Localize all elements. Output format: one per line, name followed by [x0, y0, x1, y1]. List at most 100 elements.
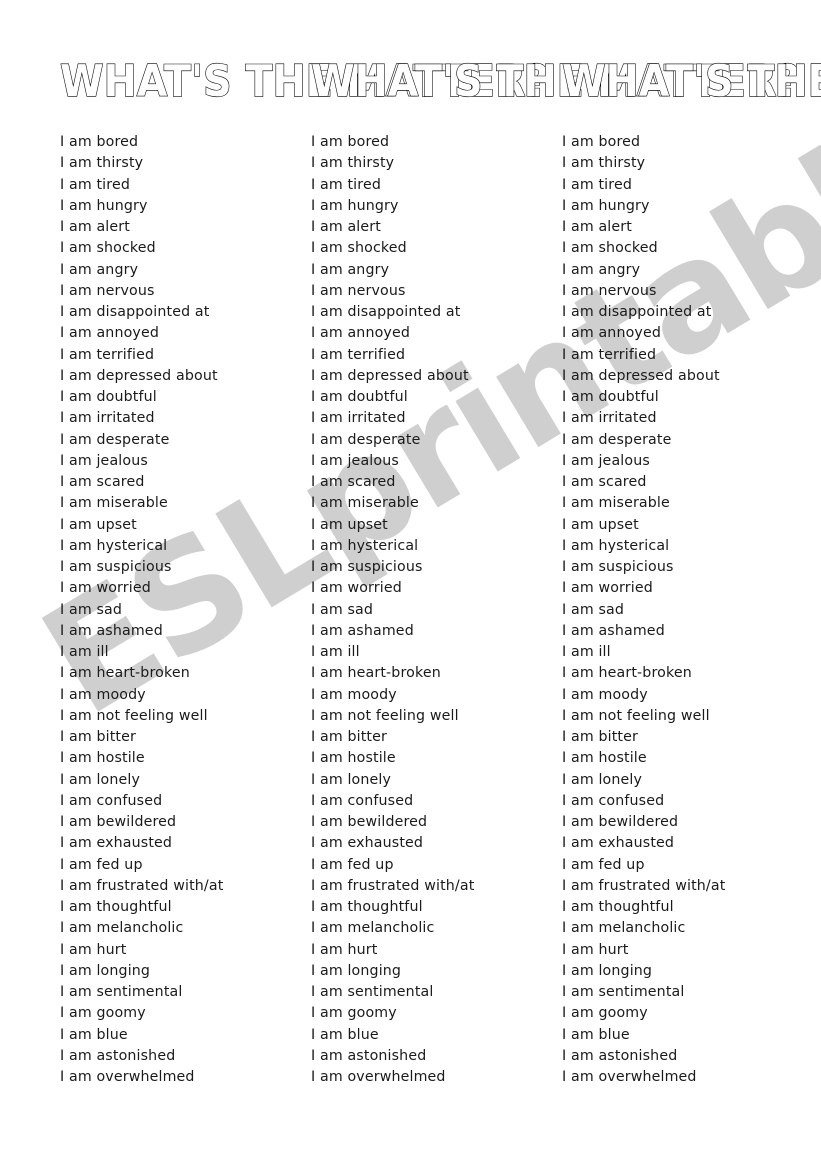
phrase-item: I am angry	[60, 261, 139, 278]
phrase-item: I am frustrated with/at	[311, 877, 475, 894]
phrase-item: I am alert	[311, 219, 381, 235]
phrase-item: I am hurt	[562, 941, 629, 958]
phrase-item: I am scared	[60, 474, 145, 490]
phrase-item: I am not feeling well	[311, 707, 459, 724]
phrase-item: I am bored	[311, 134, 390, 150]
phrase-item: I am miserable	[60, 495, 168, 512]
phrase-item: I am sad	[562, 601, 625, 618]
phrase-item: I am depressed about	[311, 367, 469, 384]
phrase-item: I am nervous	[562, 282, 657, 299]
phrase-item: I am doubtful	[311, 389, 408, 405]
phrase-item: I am sentimental	[60, 984, 183, 1000]
phrase-item: I am worried	[311, 580, 402, 597]
phrase-item: I am annoyed	[562, 325, 662, 342]
phrase-item: I am sad	[311, 601, 374, 618]
phrase-item: I am terrified	[562, 346, 657, 363]
page-title-text: WHAT'S THE MATTER?	[562, 56, 821, 107]
phrase-item: I am hurt	[311, 941, 378, 958]
phrase-list-2: I am bored I am thirsty I am tired I am hun…	[311, 132, 560, 1088]
phrase-item: I am hysterical	[311, 537, 419, 554]
phrase-item: I am hungry	[311, 197, 399, 214]
phrase-item: I am goomy	[562, 1005, 648, 1022]
phrase-item: I am astonished	[60, 1047, 176, 1064]
phrase-item: I am lonely	[562, 771, 643, 788]
phrase-item: I am desperate	[311, 431, 421, 448]
phrase-item: I am melancholic	[60, 920, 184, 937]
phrase-item: I am not feeling well	[60, 707, 208, 724]
phrase-item: I am doubtful	[562, 389, 659, 405]
phrase-item: I am exhausted	[60, 835, 173, 852]
phrase-item: I am tired	[60, 176, 130, 193]
phrase-item: I am nervous	[60, 282, 155, 299]
phrase-item: I am nervous	[311, 282, 406, 299]
phrase-item: I am suspicious	[562, 559, 674, 575]
phrase-item: I am upset	[311, 516, 388, 533]
phrase-item: I am disappointed at	[562, 304, 712, 320]
phrase-item: I am moody	[60, 686, 146, 703]
phrase-item: I am desperate	[60, 431, 170, 448]
phrase-item: I am ill	[562, 644, 611, 660]
phrase-item: I am confused	[562, 792, 665, 809]
page-title: WHAT'S THE MATTER?	[561, 55, 821, 107]
phrase-item: I am bewildered	[311, 814, 428, 830]
phrase-item: I am moody	[562, 686, 648, 703]
phrase-item: I am sentimental	[562, 984, 685, 1000]
phrase-item: I am jealous	[60, 452, 148, 469]
worksheet-columns: WHAT'S THE MATTER? I am bored I am thirst…	[0, 0, 821, 1169]
phrase-item: I am bitter	[562, 729, 639, 745]
phrase-item: I am heart-broken	[311, 665, 441, 682]
phrase-item: I am astonished	[562, 1047, 678, 1064]
phrase-item: I am confused	[311, 792, 414, 809]
phrase-item: I am jealous	[311, 452, 399, 469]
phrase-item: I am worried	[562, 580, 653, 597]
phrase-item: I am thoughtful	[562, 899, 674, 915]
phrase-item: I am depressed about	[60, 367, 218, 384]
phrase-item: I am longing	[60, 962, 151, 979]
phrase-item: I am overwhelmed	[562, 1069, 697, 1085]
phrase-item: I am shocked	[60, 240, 156, 257]
phrase-item: I am thirsty	[60, 155, 144, 172]
phrase-item: I am hurt	[60, 941, 127, 958]
phrase-item: I am hysterical	[60, 537, 168, 554]
phrase-item: I am disappointed at	[60, 304, 210, 320]
phrase-item: I am blue	[562, 1026, 630, 1043]
phrase-item: I am angry	[311, 261, 390, 278]
phrase-item: I am longing	[562, 962, 653, 979]
phrase-item: I am irritated	[562, 410, 657, 427]
phrase-item: I am bitter	[60, 729, 137, 745]
worksheet-column-3: WHAT'S THE MATTER? I am bored I am thirst…	[560, 0, 821, 1169]
phrase-item: I am upset	[562, 516, 639, 533]
phrase-item: I am ill	[60, 644, 109, 660]
phrase-item: I am overwhelmed	[311, 1069, 446, 1085]
phrase-item: I am annoyed	[60, 325, 160, 342]
phrase-item: I am not feeling well	[562, 707, 710, 724]
phrase-item: I am scared	[311, 474, 396, 490]
phrase-item: I am melancholic	[562, 920, 686, 937]
phrase-item: I am shocked	[311, 240, 407, 257]
phrase-item: I am astonished	[311, 1047, 427, 1064]
phrase-item: I am goomy	[311, 1005, 397, 1022]
phrase-item: I am upset	[60, 516, 137, 533]
phrase-item: I am hostile	[562, 750, 647, 767]
phrase-item: I am sad	[60, 601, 123, 618]
phrase-item: I am doubtful	[60, 389, 157, 405]
page-title: WHAT'S THE MATTER?	[310, 55, 800, 107]
phrase-item: I am longing	[311, 962, 402, 979]
phrase-item: I am thoughtful	[60, 899, 172, 915]
phrase-item: I am bitter	[311, 729, 388, 745]
phrase-item: I am desperate	[562, 431, 672, 448]
worksheet-column-1: WHAT'S THE MATTER? I am bored I am thirst…	[58, 0, 549, 1169]
phrase-item: I am ashamed	[311, 622, 414, 639]
phrase-item: I am fed up	[60, 856, 143, 873]
phrase-item: I am heart-broken	[60, 665, 190, 682]
phrase-list-1: I am bored I am thirsty I am tired I am hun…	[60, 132, 309, 1088]
worksheet-column-2: WHAT'S THE MATTER? I am bored I am thirst…	[309, 0, 800, 1169]
phrase-item: I am sentimental	[311, 984, 434, 1000]
phrase-item: I am fed up	[311, 856, 394, 873]
phrase-item: I am bored	[60, 134, 139, 150]
phrase-item: I am hostile	[311, 750, 396, 767]
phrase-item: I am jealous	[562, 452, 650, 469]
phrase-item: I am tired	[562, 176, 632, 193]
phrase-item: I am blue	[311, 1026, 379, 1043]
phrase-item: I am irritated	[60, 410, 155, 427]
